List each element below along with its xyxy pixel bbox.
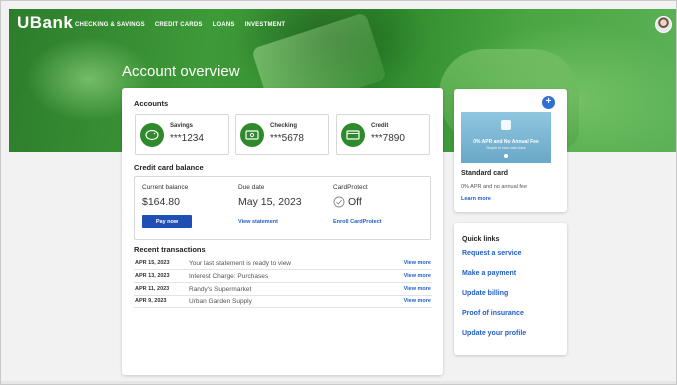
transaction-row: APR 15, 2023 Your last statement is read… — [134, 259, 432, 270]
user-avatar[interactable] — [655, 16, 672, 33]
brand-logo[interactable]: UBank — [17, 13, 73, 33]
promo-image-headline: 0% APR and No Annual Fee — [473, 139, 539, 145]
transaction-row: APR 11, 2023 Randy's Supermarket View mo… — [134, 285, 432, 296]
account-card-credit[interactable]: Credit ***7890 — [336, 114, 430, 155]
current-balance-label: Current balance — [142, 184, 189, 191]
transaction-date: APR 9, 2023 — [135, 298, 167, 304]
recent-transactions-heading: Recent transactions — [134, 245, 206, 254]
cardprotect-label: CardProtect — [333, 184, 368, 191]
card-graphic-icon — [501, 120, 511, 130]
nav-item-credit-cards[interactable]: CREDIT CARDS — [155, 22, 203, 28]
transaction-date: APR 15, 2023 — [135, 260, 170, 266]
transaction-row: APR 9, 2023 Urban Garden Supply View mor… — [134, 297, 432, 308]
account-card-savings[interactable]: Savings ***1234 — [135, 114, 229, 155]
app-window: UBank CHECKING & SAVINGS CREDIT CARDS LO… — [0, 0, 677, 385]
transaction-description: Randy's Supermarket — [189, 286, 252, 293]
account-name: Checking — [270, 123, 298, 129]
nav-item-checking-savings[interactable]: CHECKING & SAVINGS — [75, 22, 145, 28]
enroll-cardprotect-link[interactable]: Enroll CardProtect — [333, 219, 382, 225]
carousel-dot[interactable] — [504, 154, 508, 158]
promo-image-subline: Simple to earn cash back — [486, 146, 526, 150]
transaction-date: APR 11, 2023 — [135, 286, 170, 292]
account-name: Savings — [170, 123, 194, 129]
view-more-link[interactable]: View more — [404, 298, 431, 304]
credit-card-heading: Credit card balance — [134, 163, 204, 172]
page-title: Account overview — [122, 63, 240, 80]
pay-now-button[interactable]: Pay now — [142, 215, 192, 228]
accounts-heading: Accounts — [134, 99, 169, 108]
piggy-bank-icon — [145, 129, 159, 141]
promo-description: 0% APR and no annual fee — [461, 184, 528, 190]
account-number: ***5678 — [270, 133, 304, 144]
learn-more-link[interactable]: Learn more — [461, 196, 491, 202]
top-navigation: UBank CHECKING & SAVINGS CREDIT CARDS LO… — [9, 9, 676, 39]
transaction-date: APR 13, 2023 — [135, 273, 170, 279]
quick-link-proof-insurance[interactable]: Proof of insurance — [462, 310, 524, 317]
transaction-description: Your last statement is ready to view — [189, 260, 292, 267]
view-more-link[interactable]: View more — [404, 273, 431, 279]
promo-image[interactable]: 0% APR and No Annual Fee Simple to earn … — [461, 112, 551, 163]
due-date-label: Due date — [238, 184, 265, 191]
quick-link-request-service[interactable]: Request a service — [462, 250, 522, 257]
nav-item-loans[interactable]: LOANS — [213, 22, 235, 28]
transaction-description: Urban Garden Supply — [189, 298, 252, 305]
nav-item-investment[interactable]: INVESTMENT — [245, 22, 286, 28]
quick-link-update-billing[interactable]: Update billing — [462, 290, 508, 297]
quick-link-make-payment[interactable]: Make a payment — [462, 270, 516, 277]
current-balance-value: $164.80 — [142, 196, 180, 208]
quick-links-heading: Quick links — [462, 236, 500, 243]
quick-link-update-profile[interactable]: Update your profile — [462, 330, 526, 337]
view-statement-link[interactable]: View statement — [238, 219, 278, 225]
account-number: ***7890 — [371, 133, 405, 144]
promo-title: Standard card — [461, 170, 509, 177]
footer-strip — [1, 381, 676, 384]
add-icon[interactable]: + — [542, 96, 555, 109]
account-name: Credit — [371, 123, 389, 129]
transaction-description: Interest Charge: Purchases — [189, 273, 269, 280]
view-more-link[interactable]: View more — [404, 286, 431, 292]
account-card-checking[interactable]: Checking ***5678 — [235, 114, 329, 155]
account-number: ***1234 — [170, 133, 204, 144]
view-more-link[interactable]: View more — [404, 260, 431, 266]
credit-card-icon — [346, 130, 360, 140]
cash-icon — [245, 130, 259, 140]
check-circle-icon — [333, 196, 345, 208]
cardprotect-value: Off — [348, 196, 362, 208]
main-nav: CHECKING & SAVINGS CREDIT CARDS LOANS IN… — [75, 22, 285, 28]
transaction-row: APR 13, 2023 Interest Charge: Purchases … — [134, 272, 432, 283]
due-date-value: May 15, 2023 — [238, 196, 302, 208]
